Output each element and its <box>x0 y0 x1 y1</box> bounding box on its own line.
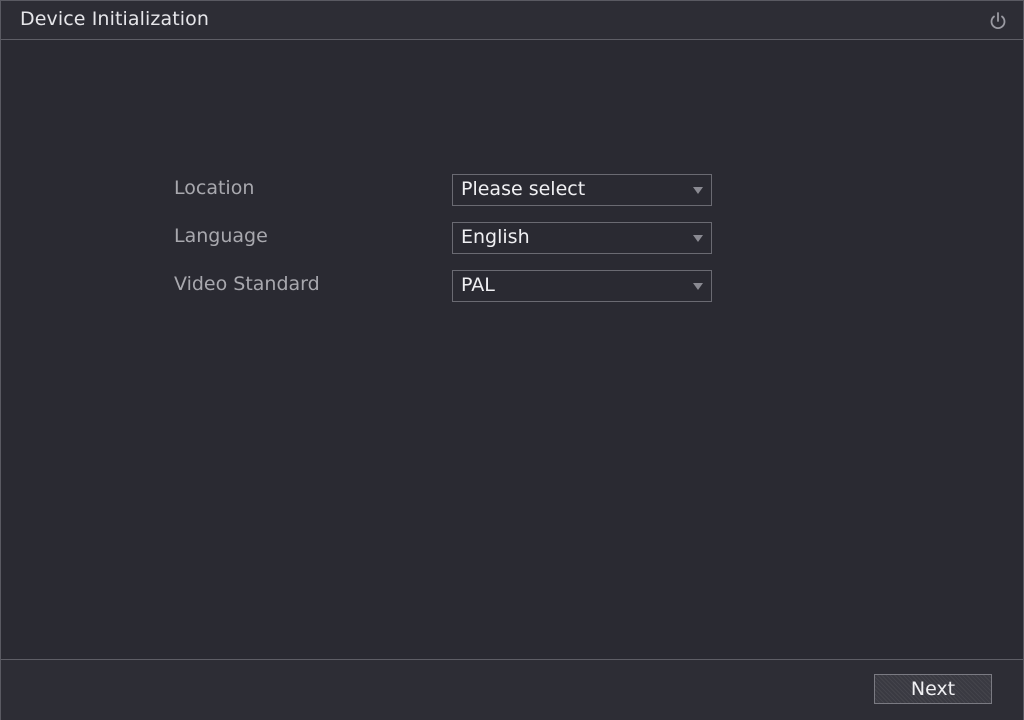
language-label: Language <box>174 225 268 247</box>
footer-bar: Next <box>1 659 1023 720</box>
window-title: Device Initialization <box>20 8 209 30</box>
next-button[interactable]: Next <box>874 674 992 704</box>
location-select-value: Please select <box>461 178 586 200</box>
language-select-value: English <box>461 226 530 248</box>
language-row: Language English <box>174 222 714 254</box>
chevron-down-icon <box>693 187 703 194</box>
video-standard-row: Video Standard PAL <box>174 270 714 302</box>
location-row: Location Please select <box>174 174 714 206</box>
chevron-down-icon <box>693 283 703 290</box>
location-label: Location <box>174 177 255 199</box>
location-select[interactable]: Please select <box>452 174 712 206</box>
video-standard-label: Video Standard <box>174 273 320 295</box>
title-bar: Device Initialization <box>1 1 1023 40</box>
language-select[interactable]: English <box>452 222 712 254</box>
chevron-down-icon <box>693 235 703 242</box>
device-initialization-window: Device Initialization Location Please se… <box>0 0 1024 720</box>
power-icon[interactable] <box>987 10 1009 32</box>
video-standard-select-value: PAL <box>461 274 495 296</box>
video-standard-select[interactable]: PAL <box>452 270 712 302</box>
